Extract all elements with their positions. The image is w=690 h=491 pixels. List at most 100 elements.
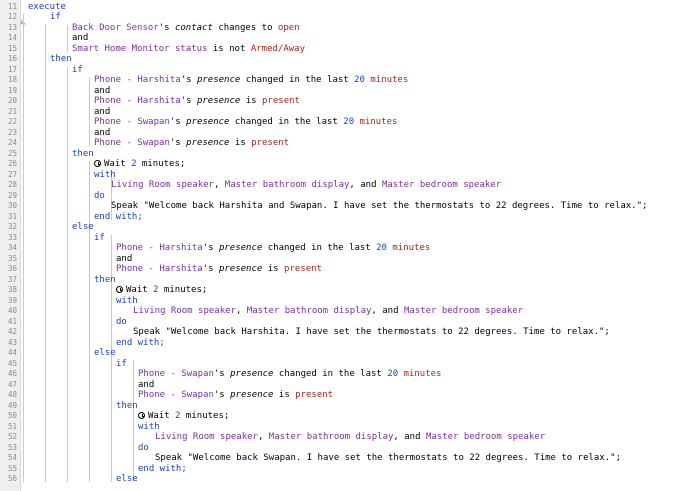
- code-line[interactable]: 39 with: [0, 296, 690, 307]
- code-line[interactable]: 48 Phone - Swapan's presence is present: [0, 390, 690, 401]
- code-line[interactable]: 12 if: [0, 12, 690, 23]
- keyword[interactable]: then: [116, 401, 138, 411]
- piston-code-editor[interactable]: ϟ 11execute12if13Back Door Sensor's cont…: [0, 0, 690, 491]
- code-line[interactable]: 13 Back Door Sensor's contact changes to …: [0, 23, 690, 34]
- device-name[interactable]: Phone - Swapan: [94, 138, 170, 148]
- code-line[interactable]: 41 do: [0, 317, 690, 328]
- line-code: Living Room speaker, Master bathroom dis…: [133, 306, 523, 317]
- line-number: 19: [7, 85, 17, 95]
- device-name[interactable]: Master bedroom speaker: [404, 306, 523, 316]
- device-name[interactable]: Smart Home Monitor status: [72, 44, 207, 54]
- code-line[interactable]: 30 Speak "Welcome back Harshita and Swapa…: [0, 201, 690, 212]
- code-line[interactable]: 54 Speak "Welcome back Swapan. I have set…: [0, 453, 690, 464]
- line-number: 45: [7, 358, 17, 368]
- line-code: Phone - Swapan's presence changed in the…: [94, 117, 397, 128]
- code-line[interactable]: 22 Phone - Swapan's presence changed in t…: [0, 117, 690, 128]
- code-line[interactable]: 46 Phone - Swapan's presence changed in t…: [0, 369, 690, 380]
- line-code: and: [72, 33, 88, 44]
- code-line[interactable]: 40 Living Room speaker, Master bathroom d…: [0, 306, 690, 317]
- code-line[interactable]: 47 and: [0, 380, 690, 391]
- code-line[interactable]: 25 then: [0, 149, 690, 160]
- keyword[interactable]: if: [72, 65, 83, 75]
- line-number: 22: [7, 117, 17, 126]
- plain-text: , and: [371, 306, 404, 316]
- code-line[interactable]: 45 if: [0, 359, 690, 370]
- device-name[interactable]: Phone - Swapan: [138, 369, 214, 379]
- value-text: Armed/Away: [250, 43, 306, 54]
- device-name[interactable]: Living Room speaker: [133, 306, 236, 316]
- code-line[interactable]: 28 Living Room speaker, Master bathroom d…: [0, 180, 690, 191]
- keyword[interactable]: end with;: [94, 212, 143, 222]
- keyword[interactable]: if: [116, 359, 127, 369]
- device-name[interactable]: Phone - Harshita: [94, 75, 181, 85]
- code-line[interactable]: 19 and: [0, 86, 690, 97]
- keyword[interactable]: with: [116, 296, 138, 306]
- code-line[interactable]: 52 Living Room speaker, Master bathroom d…: [0, 432, 690, 443]
- code-line[interactable]: 56 else: [0, 474, 690, 485]
- device-name[interactable]: Master bathroom display: [225, 180, 350, 190]
- device-name[interactable]: Phone - Harshita: [94, 96, 181, 106]
- plain-text: 's: [180, 75, 197, 85]
- code-line[interactable]: 16 then: [0, 54, 690, 65]
- code-line[interactable]: 44 else: [0, 348, 690, 359]
- keyword[interactable]: if: [50, 12, 61, 22]
- keyword[interactable]: if: [94, 233, 105, 243]
- code-line[interactable]: 20 Phone - Harshita's presence is present: [0, 96, 690, 107]
- code-line[interactable]: 24 Phone - Swapan's presence is present: [0, 138, 690, 149]
- keyword[interactable]: else: [72, 222, 94, 232]
- code-line[interactable]: 27 with: [0, 170, 690, 181]
- code-line[interactable]: 21 and: [0, 107, 690, 118]
- keyword[interactable]: then: [50, 54, 72, 64]
- keyword[interactable]: end with;: [116, 338, 165, 348]
- code-line[interactable]: 31 end with;: [0, 212, 690, 223]
- value-text: minutes: [354, 117, 398, 127]
- line-number: 56: [7, 474, 17, 483]
- device-name[interactable]: Phone - Harshita: [116, 243, 203, 253]
- code-line[interactable]: 37 then: [0, 275, 690, 286]
- code-line[interactable]: 34 Phone - Harshita's presence changed in…: [0, 243, 690, 254]
- code-line[interactable]: 33 if: [0, 233, 690, 244]
- code-line[interactable]: 35 and: [0, 254, 690, 265]
- code-line[interactable]: 11 execute: [0, 2, 690, 13]
- code-line[interactable]: 55 end with;: [0, 464, 690, 475]
- keyword[interactable]: then: [94, 275, 116, 285]
- code-line[interactable]: 23 and: [0, 128, 690, 139]
- device-name[interactable]: Living Room speaker: [111, 180, 214, 190]
- keyword[interactable]: with: [138, 422, 160, 432]
- device-name[interactable]: Back Door Sensor: [72, 23, 159, 33]
- code-line[interactable]: 26 Wait 2 minutes;: [0, 159, 690, 170]
- code-line[interactable]: 15 Smart Home Monitor status is not Armed…: [0, 44, 690, 55]
- keyword[interactable]: do: [116, 317, 127, 327]
- code-line[interactable]: 49 then: [0, 401, 690, 412]
- code-line[interactable]: 18 Phone - Harshita's presence changed in…: [0, 75, 690, 86]
- code-line[interactable]: 17 if: [0, 65, 690, 76]
- code-line[interactable]: 42 Speak "Welcome back Harshita. I have s…: [0, 327, 690, 338]
- code-line[interactable]: 53 do: [0, 443, 690, 454]
- code-line[interactable]: 36 Phone - Harshita's presence is present: [0, 264, 690, 275]
- device-name[interactable]: Master bathroom display: [269, 432, 394, 442]
- code-line[interactable]: 51 with: [0, 422, 690, 433]
- code-line[interactable]: 38 Wait 2 minutes;: [0, 285, 690, 296]
- plain-text: 's: [169, 117, 187, 127]
- device-name[interactable]: Master bedroom speaker: [382, 180, 501, 190]
- keyword[interactable]: with: [94, 170, 116, 180]
- keyword[interactable]: then: [72, 149, 94, 159]
- code-line[interactable]: 50 Wait 2 minutes;: [0, 411, 690, 422]
- keyword[interactable]: end with;: [138, 464, 187, 474]
- device-name[interactable]: Master bathroom display: [247, 306, 372, 316]
- keyword[interactable]: execute: [28, 2, 66, 12]
- attribute-name: presence: [186, 138, 230, 148]
- keyword[interactable]: do: [94, 191, 105, 201]
- keyword[interactable]: else: [116, 474, 138, 484]
- device-name[interactable]: Living Room speaker: [155, 432, 258, 442]
- keyword[interactable]: else: [94, 348, 116, 358]
- code-line[interactable]: 29 do: [0, 191, 690, 202]
- code-line[interactable]: 32 else: [0, 222, 690, 233]
- keyword[interactable]: do: [138, 443, 149, 453]
- device-name[interactable]: Phone - Harshita: [116, 264, 203, 274]
- device-name[interactable]: Phone - Swapan: [138, 390, 214, 400]
- device-name[interactable]: Phone - Swapan: [94, 117, 170, 127]
- code-line[interactable]: 43 end with;: [0, 338, 690, 349]
- device-name[interactable]: Master bedroom speaker: [426, 432, 545, 442]
- code-line[interactable]: 14 and: [0, 33, 690, 44]
